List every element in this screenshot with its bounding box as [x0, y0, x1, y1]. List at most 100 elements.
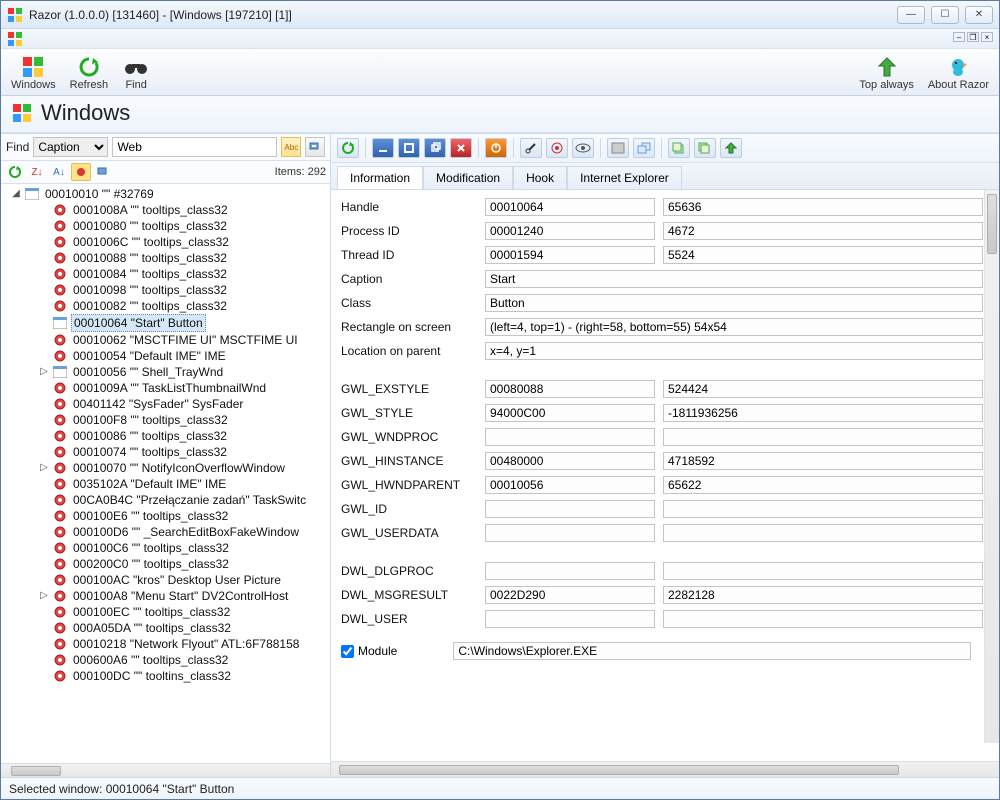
highlight-button[interactable]: [71, 163, 91, 181]
tree-node[interactable]: 000100E6 "" tooltips_class32: [37, 508, 330, 524]
top-most-button[interactable]: [720, 138, 742, 158]
tid-dec[interactable]: 5524: [663, 246, 983, 264]
tree-node[interactable]: 000A05DA "" tooltips_class32: [37, 620, 330, 636]
ribbon-find-button[interactable]: Find: [122, 55, 150, 91]
expand-icon[interactable]: ▷: [39, 588, 49, 604]
tree-node[interactable]: 00010074 "" tooltips_class32: [37, 444, 330, 460]
sort-az-button[interactable]: Z↓: [27, 163, 47, 181]
tree-node[interactable]: 00010082 "" tooltips_class32: [37, 298, 330, 314]
target-button[interactable]: [546, 138, 568, 158]
horizontal-scrollbar[interactable]: [1, 763, 330, 777]
style-dec[interactable]: -1811936256: [663, 404, 983, 422]
ribbon-refresh-button[interactable]: Refresh: [70, 55, 109, 91]
msgresult-dec[interactable]: 2282128: [663, 586, 983, 604]
tab-modification[interactable]: Modification: [423, 166, 513, 190]
hwndparent-hex[interactable]: 00010056: [485, 476, 655, 494]
find-go-button[interactable]: [305, 137, 325, 157]
tree-node[interactable]: 00CA0B4C "Przełączanie zadań" TaskSwitc: [37, 492, 330, 508]
hinstance-hex[interactable]: 00480000: [485, 452, 655, 470]
tree-node[interactable]: 000600A6 "" tooltips_class32: [37, 652, 330, 668]
tab-information[interactable]: Information: [337, 166, 423, 190]
close-button[interactable]: ✕: [965, 6, 993, 24]
exstyle-dec[interactable]: 524424: [663, 380, 983, 398]
tree-node[interactable]: 000100C6 "" tooltips_class32: [37, 540, 330, 556]
tree-node[interactable]: 000100F8 "" tooltips_class32: [37, 412, 330, 428]
wndproc-hex[interactable]: [485, 428, 655, 446]
dlgproc-dec[interactable]: [663, 562, 983, 580]
tree-node[interactable]: 000100D6 "" _SearchEditBoxFakeWindow: [37, 524, 330, 540]
tree-node[interactable]: 0001008A "" tooltips_class32: [37, 202, 330, 218]
tree-node[interactable]: 0001006C "" tooltips_class32: [37, 234, 330, 250]
maximize-button[interactable]: ☐: [931, 6, 959, 24]
minimize-button[interactable]: —: [897, 6, 925, 24]
tab-hook[interactable]: Hook: [513, 166, 567, 190]
tree-node[interactable]: 000200C0 "" tooltips_class32: [37, 556, 330, 572]
ribbon-top-always-button[interactable]: Top always: [859, 55, 913, 91]
tree-node[interactable]: 00010062 "MSCTFIME UI" MSCTFIME UI: [37, 332, 330, 348]
vertical-scrollbar[interactable]: [984, 190, 999, 743]
close-target-button[interactable]: [450, 138, 472, 158]
loc-value[interactable]: x=4, y=1: [485, 342, 983, 360]
find-mode-select[interactable]: Caption: [33, 137, 108, 157]
sort-za-button[interactable]: A↓: [49, 163, 69, 181]
tree-node[interactable]: 0001009A "" TaskListThumbnailWnd: [37, 380, 330, 396]
toggle-list-button[interactable]: [93, 163, 113, 181]
handle-hex[interactable]: 00010064: [485, 198, 655, 216]
refresh-info-button[interactable]: [337, 138, 359, 158]
tree-node[interactable]: ▷00010056 "" Shell_TrayWnd: [37, 364, 330, 380]
tree-node[interactable]: 00010080 "" tooltips_class32: [37, 218, 330, 234]
tab-internet-explorer[interactable]: Internet Explorer: [567, 166, 682, 190]
tree-node[interactable]: 00010098 "" tooltips_class32: [37, 282, 330, 298]
ribbon-about-button[interactable]: About Razor: [928, 55, 989, 91]
restore-target-button[interactable]: [424, 138, 446, 158]
eye-button[interactable]: [572, 138, 594, 158]
rect-value[interactable]: (left=4, top=1) - (right=58, bottom=55) …: [485, 318, 983, 336]
expand-icon[interactable]: ▷: [39, 460, 49, 476]
cascade-button[interactable]: [633, 138, 655, 158]
tree-node[interactable]: 00010088 "" tooltips_class32: [37, 250, 330, 266]
tree-node[interactable]: 000100AC "kros" Desktop User Picture: [37, 572, 330, 588]
find-match-case-button[interactable]: Abc: [281, 137, 301, 157]
tree-node[interactable]: 00010218 "Network Flyout" ATL:6F788158: [37, 636, 330, 652]
right-horizontal-scrollbar[interactable]: [331, 761, 999, 777]
dwluser-dec[interactable]: [663, 610, 983, 628]
module-path[interactable]: C:\Windows\Explorer.EXE: [453, 642, 971, 660]
tree-root[interactable]: ◢ 00010010 "" #32769: [9, 186, 330, 202]
collapse-icon[interactable]: ◢: [11, 186, 21, 202]
maximize-target-button[interactable]: [398, 138, 420, 158]
userdata-dec[interactable]: [663, 524, 983, 542]
mdi-restore-button[interactable]: ❐: [967, 32, 979, 42]
mdi-close-button[interactable]: ×: [981, 32, 993, 42]
userdata-hex[interactable]: [485, 524, 655, 542]
tree-view[interactable]: ◢ 00010010 "" #32769 0001008A "" tooltip…: [1, 184, 330, 763]
ribbon-windows-button[interactable]: Windows: [11, 55, 56, 91]
module-checkbox-input[interactable]: [341, 645, 354, 658]
gwlid-dec[interactable]: [663, 500, 983, 518]
expand-icon[interactable]: ▷: [39, 364, 49, 380]
tree-node[interactable]: 000100EC "" tooltips_class32: [37, 604, 330, 620]
class-value[interactable]: Button: [485, 294, 983, 312]
bring-front-button[interactable]: [668, 138, 690, 158]
handle-dec[interactable]: 65636: [663, 198, 983, 216]
wndproc-dec[interactable]: [663, 428, 983, 446]
tree-node[interactable]: 00401142 "SysFader" SysFader: [37, 396, 330, 412]
dlgproc-hex[interactable]: [485, 562, 655, 580]
power-button[interactable]: [485, 138, 507, 158]
tree-node[interactable]: 00010064 "Start" Button: [37, 314, 330, 332]
single-window-button[interactable]: [607, 138, 629, 158]
crosshair-button[interactable]: [520, 138, 542, 158]
tree-node[interactable]: 00010054 "Default IME" IME: [37, 348, 330, 364]
mdi-minimize-button[interactable]: –: [953, 32, 965, 42]
tree-node[interactable]: ▷000100A8 "Menu Start" DV2ControlHost: [37, 588, 330, 604]
style-hex[interactable]: 94000C00: [485, 404, 655, 422]
send-back-button[interactable]: [694, 138, 716, 158]
pid-dec[interactable]: 4672: [663, 222, 983, 240]
msgresult-hex[interactable]: 0022D290: [485, 586, 655, 604]
tree-node[interactable]: 00010086 "" tooltips_class32: [37, 428, 330, 444]
minimize-target-button[interactable]: [372, 138, 394, 158]
pid-hex[interactable]: 00001240: [485, 222, 655, 240]
module-checkbox[interactable]: Module: [341, 644, 397, 658]
tree-node[interactable]: 00010084 "" tooltips_class32: [37, 266, 330, 282]
find-input[interactable]: [112, 137, 277, 157]
dwluser-hex[interactable]: [485, 610, 655, 628]
